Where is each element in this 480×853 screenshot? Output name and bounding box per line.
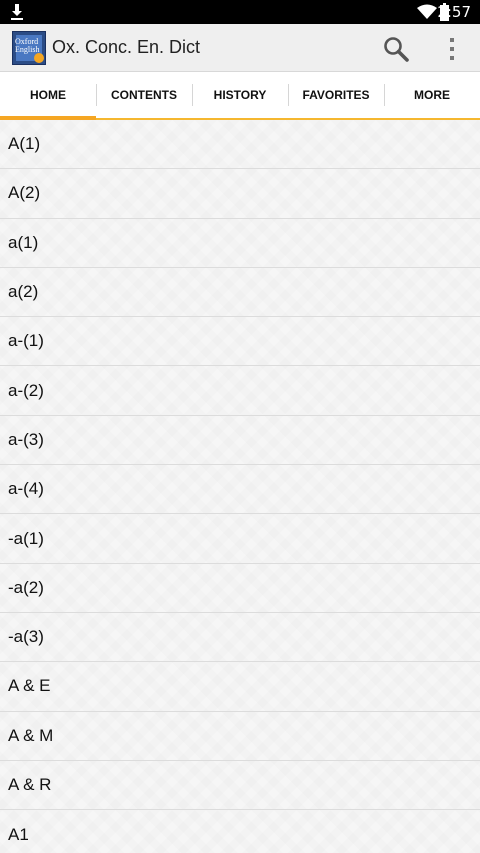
tab-bar: HOME CONTENTS HISTORY FAVORITES MORE bbox=[0, 72, 480, 120]
entry-list[interactable]: A(1) A(2) a(1) a(2) a-(1) a-(2) a-(3) a-… bbox=[0, 120, 480, 853]
app-title: Ox. Conc. En. Dict bbox=[52, 37, 201, 57]
list-item[interactable]: a-(4) bbox=[0, 465, 480, 515]
wifi-icon bbox=[417, 4, 437, 19]
list-item[interactable]: A & E bbox=[0, 662, 480, 712]
tab-contents[interactable]: CONTENTS bbox=[96, 72, 192, 118]
list-item[interactable]: A1 bbox=[0, 810, 480, 853]
list-item[interactable]: a-(2) bbox=[0, 366, 480, 416]
list-item[interactable]: a(2) bbox=[0, 268, 480, 318]
list-item[interactable]: A & R bbox=[0, 761, 480, 811]
tab-more[interactable]: MORE bbox=[384, 72, 480, 118]
status-time: 2:57 bbox=[437, 3, 471, 21]
list-item[interactable]: -a(2) bbox=[0, 564, 480, 613]
list-item[interactable]: a-(3) bbox=[0, 416, 480, 466]
tab-home[interactable]: HOME bbox=[0, 72, 96, 120]
status-bar: 2:57 bbox=[0, 0, 480, 24]
list-item[interactable]: -a(3) bbox=[0, 613, 480, 663]
search-icon[interactable] bbox=[383, 36, 409, 62]
list-item[interactable]: a(1) bbox=[0, 219, 480, 268]
list-item[interactable]: A(1) bbox=[0, 120, 480, 170]
list-item[interactable]: A(2) bbox=[0, 169, 480, 219]
download-icon bbox=[11, 4, 23, 20]
tab-history[interactable]: HISTORY bbox=[192, 72, 288, 118]
list-item[interactable]: -a(1) bbox=[0, 514, 480, 564]
tab-favorites[interactable]: FAVORITES bbox=[288, 72, 384, 118]
app-bar: Oxford English Ox. Conc. En. Dict bbox=[0, 24, 480, 72]
app-logo-text: Oxford English bbox=[15, 37, 40, 54]
list-item[interactable]: A & M bbox=[0, 712, 480, 761]
overflow-menu-icon[interactable] bbox=[445, 36, 459, 62]
app-logo: Oxford English bbox=[12, 31, 46, 65]
list-item[interactable]: a-(1) bbox=[0, 317, 480, 367]
